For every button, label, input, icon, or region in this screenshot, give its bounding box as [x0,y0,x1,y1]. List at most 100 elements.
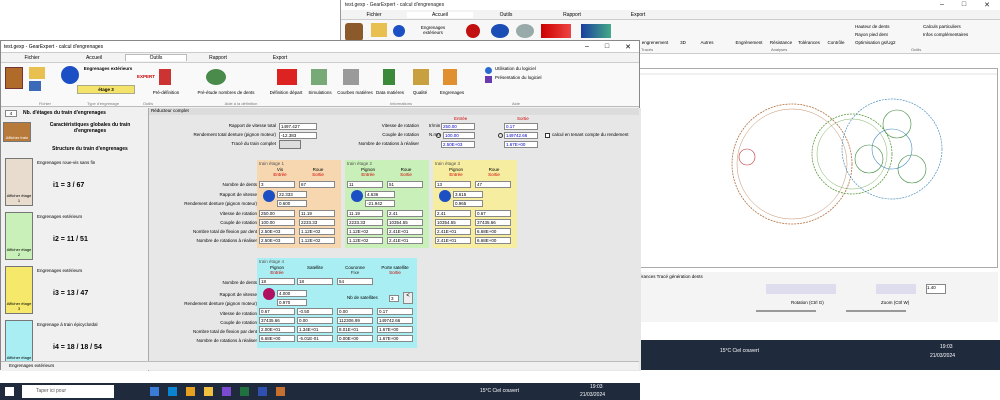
taskbar-search[interactable]: Taper ici pour [22,385,114,398]
stage-4-rot-4[interactable]: 1.67E+00 [377,335,413,342]
menu-rapport[interactable]: Rapport [187,55,249,61]
menu-accueil[interactable]: Accueil [63,55,125,61]
stage-3-flex-out[interactable]: 6.68E+00 [475,228,511,235]
ribbon-utilisation[interactable]: Utilisation du logiciel [495,66,575,72]
word-icon[interactable] [258,387,267,396]
back-ribbon-calculs[interactable]: Calculs particuliers [923,24,983,29]
back-ribbon-optimisation[interactable]: Optimisation gs/Ug2 [855,40,915,45]
stage-4-speed-4[interactable]: 0.17 [377,308,413,315]
stage-2-teeth-out[interactable]: 51 [387,181,423,188]
stage-4-flex-1[interactable]: 2.00E+01 [259,326,295,333]
trace-train-button[interactable] [279,140,301,149]
stage-4-teeth-2[interactable]: 18 [297,278,333,285]
stage-4-flex-3[interactable]: 8.01E+01 [337,326,373,333]
stage-3-torque-in[interactable]: 10354.55 [435,219,471,226]
stage-4-rot-1[interactable]: 6.68E+00 [259,335,295,342]
explorer-icon[interactable] [204,387,213,396]
stage-1-flex-out[interactable]: 1.12E+02 [299,228,335,235]
menu-export[interactable]: Export [249,55,311,61]
ribbon-qualite[interactable]: Qualité [407,90,433,96]
stage-4-collapse-icon[interactable]: < [403,292,413,304]
stage-4-speed-2[interactable]: -0.50 [297,308,333,315]
data-matieres-icon[interactable] [383,69,395,85]
back-ribbon-3d[interactable]: 3D [676,40,690,45]
nb-stages-field[interactable]: 4 [5,110,17,117]
stage-1-rot-out[interactable]: 1.12E+02 [299,237,335,244]
back-ribbon-autres[interactable]: Autres [697,40,717,45]
stage-4-rot-3[interactable]: 0.00E+00 [337,335,373,342]
field-torque-out[interactable]: 149742.66 [504,132,538,139]
checkbox-rendement[interactable] [545,133,550,138]
stage-1-torque-out[interactable]: 2233.33 [299,219,335,226]
stage-3-ratio[interactable]: 3.615 [453,191,483,198]
back-ribbon-resistance[interactable]: Résistance [767,40,795,45]
stage-2-torque-out[interactable]: 10354.55 [387,219,423,226]
close-icon[interactable]: ✕ [625,43,631,51]
stage-4-eff[interactable]: 0.970 [277,299,307,306]
stage-1-eff[interactable]: 0.600 [277,200,307,207]
afficher-etage-3-button[interactable]: Afficher étage 3 [5,266,33,314]
back-ribbon-infos[interactable]: Infos complémentaires [923,32,993,37]
qualite-icon[interactable] [413,69,429,85]
field-speed-out[interactable]: 0.17 [504,123,538,130]
stage-3-torque-out[interactable]: 37435.66 [475,219,511,226]
afficher-etage-2-button[interactable]: Afficher étage 2 [5,212,33,260]
ribbon-gear-type[interactable]: Engrenages extérieurs [83,66,133,72]
back-ribbon-engrenement2[interactable]: Engrènement [733,40,765,45]
ribbon-data-matieres[interactable]: Data matières [373,90,407,96]
stage-4-torque-4[interactable]: 149742.66 [377,317,413,324]
back-gear-type[interactable]: Engrenages extérieurs [413,25,453,35]
stage-3-type-dropdown[interactable]: Engrenages extérieurs [37,268,82,273]
stage-1-ratio[interactable]: 22.333 [277,191,307,198]
engrenages-icon[interactable] [443,69,457,85]
stage-4-ratio[interactable]: 4.000 [277,290,307,297]
back-menu-accueil[interactable]: Accueil [407,11,473,18]
back-ribbon-rayon[interactable]: Rayon pied dent [855,32,915,37]
print-buttons[interactable] [876,284,916,294]
app-icon[interactable] [222,387,231,396]
stage-2-rot-out[interactable]: 2.41E+01 [387,237,423,244]
ribbon-pre-etude[interactable]: Pré-étude nombres de dents [187,90,265,96]
stage-2-speed-in[interactable]: 11.19 [347,210,383,217]
stage-1-teeth-in[interactable]: 3 [259,181,295,188]
radio-output-icon[interactable] [498,133,503,138]
pre-etude-icon[interactable] [206,69,226,85]
stage-4-torque-1[interactable]: 37435.66 [259,317,295,324]
stage-2-teeth-in[interactable]: 11 [347,181,383,188]
zoom-value-field[interactable]: 1.40 [926,284,946,294]
folder-icon[interactable] [371,23,387,37]
field-eff-total[interactable]: -12.383 [279,132,317,139]
gear-icon[interactable] [345,23,363,41]
back-bottom-tabs[interactable]: olérances Tracé génération dents [636,274,703,279]
zoom-slider[interactable] [846,310,906,312]
field-torque-in[interactable]: 100.00 [443,132,475,139]
ribbon-pre-definition[interactable]: Pré-définition [149,90,183,96]
stage-4-torque-2[interactable]: 0.00 [297,317,333,324]
close-icon[interactable]: ✕ [984,1,990,9]
stage-4-teeth-3[interactable]: 54 [337,278,373,285]
stage-1-speed-out[interactable]: 11.19 [299,210,335,217]
stage-4-rot-2[interactable]: -5.01E-01 [297,335,333,342]
stage-1-speed-in[interactable]: 250.00 [259,210,295,217]
windows-start-icon[interactable] [5,387,14,396]
stage-2-flex-out[interactable]: 2.41E+01 [387,228,423,235]
stage-4-torque-3[interactable]: 112306.99 [337,317,373,324]
ribbon-definition-depart[interactable]: Définition départ [265,90,307,96]
stage-2-speed-out[interactable]: 2.41 [387,210,423,217]
gear-expert-logo-icon[interactable] [5,67,23,89]
stage-2-eff[interactable]: -21.942 [365,200,395,207]
maximize-icon[interactable]: □ [962,1,966,9]
stage-1-type-dropdown[interactable]: Engrenages roue-vis sans fin [37,160,95,165]
simulations-icon[interactable] [311,69,327,85]
gears-chart-icon[interactable] [581,24,611,38]
back-ribbon-hauteur[interactable]: Hauteur de dents [855,24,915,29]
field-rot-out[interactable]: 1.67E+00 [504,141,538,148]
gear-red-icon[interactable] [466,24,480,38]
definition-depart-icon[interactable] [277,69,297,85]
gear-drawing-canvas[interactable] [636,68,998,268]
gear-pair-icon[interactable] [491,24,509,38]
stage-3-eff[interactable]: 0.965 [453,200,483,207]
gearexpert-icon[interactable] [276,387,285,396]
field-rot-in[interactable]: 2.50E+03 [441,141,475,148]
pre-definition-icon[interactable] [159,69,171,85]
